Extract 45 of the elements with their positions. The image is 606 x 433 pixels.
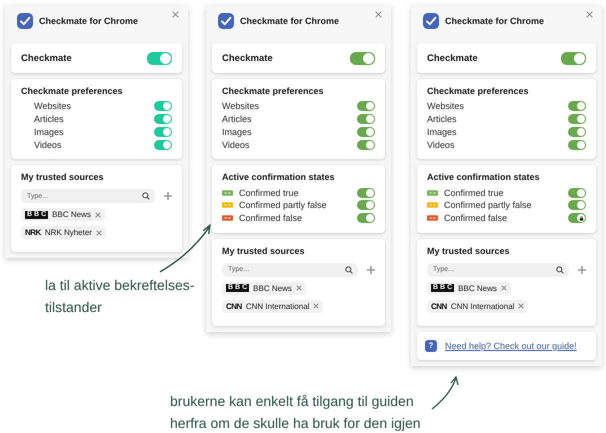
panel-title: Checkmate for Chrome	[39, 16, 138, 26]
option-label: Videos	[34, 140, 62, 150]
option-label: Articles	[222, 114, 253, 124]
option-label: Websites	[222, 101, 260, 112]
source-name: BBC News	[52, 210, 91, 220]
option-label: Confirmed true	[239, 188, 300, 198]
source-name: CNN International	[246, 302, 310, 311]
section-title: My trusted sources	[222, 246, 306, 256]
section-title: Active confirmation states	[427, 172, 541, 182]
help-icon: ?	[425, 340, 437, 352]
section-title: Active confirmation states	[222, 172, 336, 182]
setting-label: Checkmate	[21, 52, 72, 64]
option-label: Videos	[222, 140, 250, 150]
source-name: CNN International	[450, 302, 514, 311]
option-label: Articles	[427, 114, 458, 124]
option-label: Websites	[34, 101, 72, 112]
option-label: Videos	[427, 140, 456, 150]
setting-label: Checkmate	[427, 52, 478, 64]
section-title: Checkmate preferences	[222, 86, 325, 96]
option-label: Images	[222, 126, 253, 137]
option-label: Images	[34, 126, 65, 137]
option-label: Confirmed partly false	[239, 200, 328, 210]
source-name: BBC News	[253, 284, 292, 293]
option-label: Confirmed true	[444, 188, 505, 198]
panel-title: Checkmate for Chrome	[240, 16, 340, 26]
option-label: Images	[427, 126, 458, 137]
brand-logo: CNN	[226, 302, 242, 311]
section-title: Checkmate preferences	[427, 86, 530, 96]
source-name: BBC News	[458, 284, 497, 293]
option-label: Confirmed partly false	[444, 200, 533, 210]
annotation-text: la til aktive bekreftelses-tilstander	[45, 276, 196, 317]
section-title: Checkmate preferences	[21, 86, 124, 96]
guide-link[interactable]: Need help? Check out our guide!	[445, 340, 577, 351]
section-title: My trusted sources	[21, 172, 105, 182]
brand-logo: CNN	[431, 302, 447, 311]
option-label: Websites	[427, 101, 465, 112]
option-label: Confirmed false	[239, 213, 304, 224]
setting-label: Checkmate	[222, 52, 273, 64]
section-title: My trusted sources	[427, 246, 511, 256]
annotation-text: brukerne kan enkelt få tilgang til guiden herfra om de skulle ha bruk for den igjen	[170, 392, 422, 433]
option-label: Confirmed false	[444, 213, 508, 224]
panel-title: Checkmate for Chrome	[445, 16, 544, 26]
option-label: Articles	[34, 114, 65, 124]
brand-logo: NRK	[25, 228, 41, 238]
source-name: NRK Nyheter	[44, 228, 92, 238]
